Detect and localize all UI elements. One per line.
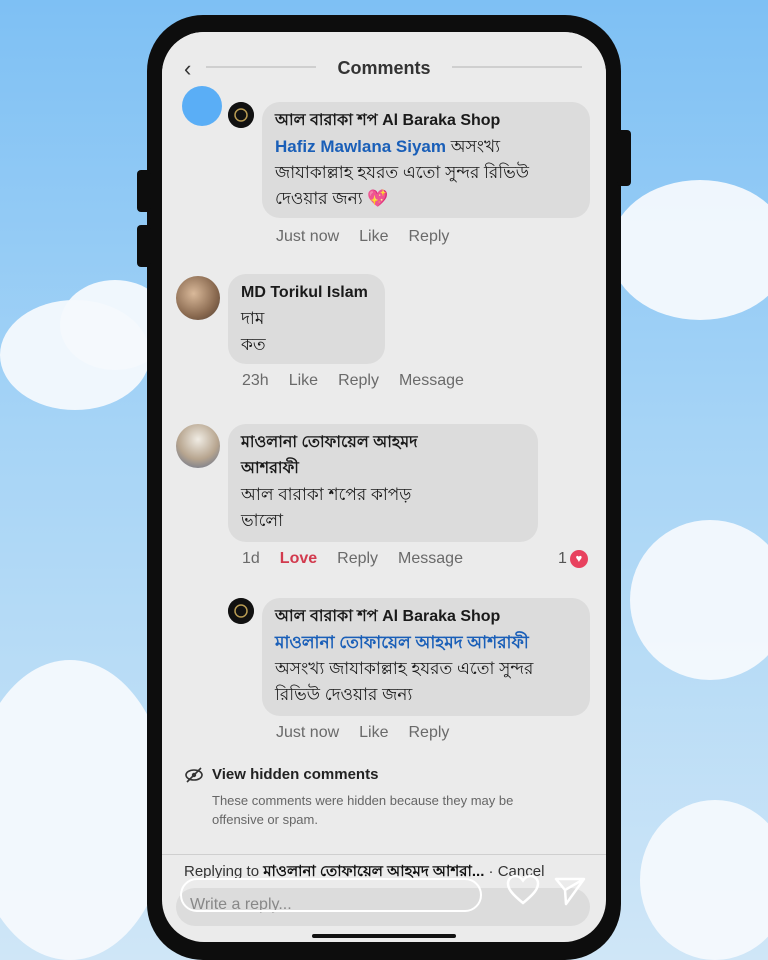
comment-time: Just now <box>276 228 340 245</box>
hidden-comments-section: View hidden comments These comments were… <box>184 766 584 829</box>
reply-button[interactable]: Reply <box>338 372 379 390</box>
cloud <box>0 660 170 960</box>
cloud <box>640 800 768 960</box>
heart-icon: ♥ <box>569 550 588 568</box>
comment-text: দেওয়ার জন্য 💖 <box>275 189 389 208</box>
comment-text: রিভিউ দেওয়ার জন্য <box>275 685 413 704</box>
comment-bubble: আল বারাকা শপ Al Baraka Shop Hafiz Mawlan… <box>262 102 590 218</box>
avatar[interactable] <box>228 598 254 624</box>
comment-text: দাম <box>241 309 265 328</box>
text-input-overlay[interactable] <box>180 878 482 912</box>
comment-time: 23h <box>242 372 269 389</box>
comments-header: ‹ Comments <box>162 32 606 104</box>
cloud <box>610 180 768 320</box>
avatar[interactable] <box>228 102 254 128</box>
reaction-count-value: 1 <box>558 550 567 567</box>
comment-author[interactable]: মাওলানা তোফায়েল আহমদ <box>241 430 525 456</box>
send-icon[interactable] <box>554 876 586 906</box>
touch-indicator <box>182 86 222 126</box>
comment-text: ভালো <box>241 511 284 530</box>
reaction-count[interactable]: 1 ♥ <box>558 550 588 568</box>
hidden-comments-description: These comments were hidden because they … <box>212 791 584 829</box>
comment-actions: 23h Like Reply Message <box>242 372 484 390</box>
phone-screen: ‹ Comments আল বারাকা শপ Al Baraka Shop H… <box>162 32 606 942</box>
like-button[interactable]: Like <box>359 724 388 742</box>
comment-time: Just now <box>276 724 340 741</box>
like-button[interactable]: Like <box>359 228 388 246</box>
comment-text: কত <box>241 335 266 354</box>
reply-button[interactable]: Reply <box>409 228 450 246</box>
comment-text: আল বারাকা শপের কাপড় <box>241 485 412 504</box>
comment-text: অসংখ্য <box>450 137 501 156</box>
message-button[interactable]: Message <box>398 550 463 568</box>
comment-actions: Just now Like Reply <box>276 228 469 246</box>
home-indicator <box>312 934 456 938</box>
hidden-desc-line: These comments were hidden because they … <box>212 793 514 808</box>
hidden-desc-line: offensive or spam. <box>212 812 318 827</box>
phone-button <box>137 225 151 267</box>
cloud <box>630 520 768 680</box>
comment-mention[interactable]: মাওলানা তোফায়েল আহমদ আশরাফী <box>275 630 577 656</box>
message-button[interactable]: Message <box>399 372 464 390</box>
comment-author[interactable]: আশরাফী <box>241 456 525 482</box>
reply-button[interactable]: Reply <box>337 550 378 568</box>
eye-slash-icon <box>185 766 203 783</box>
view-hidden-comments-link[interactable]: View hidden comments <box>184 766 584 783</box>
comment-actions: Just now Like Reply <box>276 724 469 742</box>
comment-bubble: মাওলানা তোফায়েল আহমদ আশরাফী আল বারাকা শ… <box>228 424 538 542</box>
comment-text: জাযাকাল্লাহ হযরত এতো সুন্দর রিভিউ <box>275 163 530 182</box>
composer-divider <box>162 854 606 855</box>
hidden-comments-title: View hidden comments <box>212 766 379 783</box>
comment-bubble: MD Torikul Islam দাম কত <box>228 274 385 364</box>
reply-button[interactable]: Reply <box>409 724 450 742</box>
like-button[interactable]: Like <box>289 372 318 390</box>
comment-text: অসংখ্য জাযাকাল্লাহ হযরত এতো সুন্দর <box>275 659 534 678</box>
phone-button <box>617 130 631 186</box>
page-title: Comments <box>337 58 431 78</box>
comment-author[interactable]: MD Torikul Islam <box>241 280 372 306</box>
comment-author[interactable]: আল বারাকা শপ Al Baraka Shop <box>275 108 577 134</box>
comment-actions: 1d Love Reply Message <box>242 550 483 568</box>
comment-time: 1d <box>242 550 260 567</box>
love-reaction-button[interactable]: Love <box>280 550 317 568</box>
comment-bubble: আল বারাকা শপ Al Baraka Shop মাওলানা তোফা… <box>262 598 590 716</box>
avatar[interactable] <box>176 424 220 468</box>
avatar[interactable] <box>176 276 220 320</box>
phone-button <box>137 170 151 212</box>
comment-mention[interactable]: Hafiz Mawlana Siyam <box>275 137 446 156</box>
comment-author[interactable]: আল বারাকা শপ Al Baraka Shop <box>275 604 577 630</box>
heart-outline-icon[interactable] <box>506 874 540 906</box>
